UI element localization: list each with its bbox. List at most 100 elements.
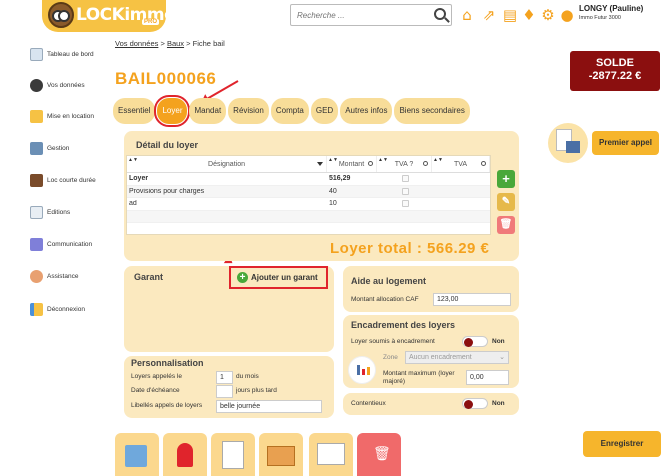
table-row[interactable]: Provisions pour charges 40 — [127, 185, 490, 198]
user-name[interactable]: LONGY (Pauline) — [579, 4, 643, 13]
encadrement-title: Encadrement des loyers — [351, 320, 456, 330]
encadrement-toggle-value: Non — [492, 338, 505, 345]
sidebar-item-communication[interactable]: Communication — [30, 236, 92, 252]
sidebar-item-tableau-de-bord[interactable]: Tableau de bord — [30, 46, 94, 62]
table-row[interactable]: Loyer 516,29 — [127, 173, 490, 186]
column-tva-flag[interactable]: ▲▼ TVA ? — [377, 156, 432, 172]
message-icon — [317, 443, 345, 465]
external-link-icon[interactable]: ⇗ — [481, 7, 497, 23]
montant-maximum-input[interactable]: 0,00 — [466, 370, 509, 385]
user-icon[interactable]: ● — [559, 7, 575, 23]
tab-biens-secondaires[interactable]: Biens secondaires — [394, 98, 470, 124]
envelope-icon — [267, 446, 295, 466]
tile-statistics[interactable] — [115, 433, 159, 476]
add-garant-label: Ajouter un garant — [251, 273, 318, 282]
libelles-label: Libellés appels de loyers — [131, 402, 203, 409]
libelles-input[interactable]: belle journée — [216, 400, 322, 413]
filter-search-icon[interactable] — [423, 161, 428, 166]
zone-select[interactable]: Aucun encadrement ⌄ — [405, 351, 509, 364]
user-agency: Immo Futur 3000 — [579, 15, 621, 21]
contentieux-label: Contentieux — [351, 400, 386, 407]
sidebar-item-loc-courte-duree[interactable]: Loc courte durée — [30, 172, 96, 188]
tva-checkbox[interactable] — [402, 200, 409, 208]
tab-loyer[interactable]: Loyer — [154, 95, 191, 127]
logo-text: LOCKimmo.io — [76, 5, 198, 25]
cell-designation: Loyer — [129, 175, 149, 183]
breadcrumb-baux[interactable]: Baux — [167, 39, 184, 48]
page-title: BAIL000066 — [115, 69, 217, 88]
add-garant-button[interactable]: + Ajouter un garant — [229, 266, 328, 289]
cell-designation: ad — [129, 200, 137, 208]
encadrement-toggle[interactable] — [462, 336, 488, 347]
contentieux-toggle[interactable] — [462, 398, 488, 409]
sort-icon[interactable]: ▲▼ — [378, 157, 388, 163]
sort-icon[interactable]: ▲▼ — [128, 157, 138, 163]
zone-label: Zone — [383, 354, 398, 361]
sidebar-item-deconnexion[interactable]: Déconnexion — [30, 301, 85, 317]
filter-search-icon[interactable] — [481, 161, 486, 166]
gear-icon[interactable]: ⚙ — [540, 7, 556, 23]
pro-badge: PRO — [142, 19, 160, 25]
tab-bar: Essentiel Loyer Mandat Révision Compta G… — [113, 95, 470, 127]
key-icon — [30, 109, 43, 123]
filter-search-icon[interactable] — [368, 161, 373, 166]
sort-icon[interactable]: ▲▼ — [328, 157, 338, 163]
house-document-icon — [548, 123, 588, 163]
tva-checkbox[interactable] — [402, 187, 409, 195]
loyer-soumis-label: Loyer soumis à encadrement — [351, 338, 435, 345]
tile-document[interactable] — [211, 433, 255, 476]
sort-icon[interactable]: ▲▼ — [433, 157, 443, 163]
breadcrumb-separator: > — [186, 39, 191, 48]
save-button[interactable]: Enregistrer — [583, 431, 661, 457]
edit-row-button[interactable]: ✎ — [497, 193, 515, 211]
tva-checkbox[interactable] — [402, 175, 409, 183]
solde-label: SOLDE — [596, 57, 634, 69]
tab-mandat[interactable]: Mandat — [189, 98, 227, 124]
premier-appel-button[interactable]: Premier appel — [592, 131, 659, 155]
document-icon[interactable]: ▤ — [502, 7, 518, 23]
solde-value: -2877.22 € — [588, 70, 642, 82]
breadcrumb-separator: > — [160, 39, 165, 48]
column-designation[interactable]: ▲▼ Désignation — [127, 156, 327, 172]
breadcrumb-vos-donnees[interactable]: Vos données — [115, 39, 158, 48]
date-echeance-label: Date d'échéance — [131, 387, 180, 394]
cell-montant: 10 — [329, 200, 337, 208]
home-icon[interactable]: ⌂ — [459, 7, 475, 23]
tab-compta[interactable]: Compta — [270, 98, 309, 124]
du-mois-label: du mois — [236, 373, 259, 380]
allocation-caf-label: Montant allocation CAF — [351, 296, 419, 303]
bell-icon[interactable]: ♦ — [521, 7, 537, 23]
table-row[interactable]: ad 10 — [127, 198, 490, 211]
column-montant[interactable]: ▲▼ Montant — [327, 156, 377, 172]
dropdown-icon[interactable] — [317, 162, 323, 166]
add-row-button[interactable]: + — [497, 170, 515, 188]
assistance-icon — [30, 269, 43, 283]
sidebar-item-editions[interactable]: Editions — [30, 204, 70, 220]
suitcase-icon — [30, 173, 43, 187]
sidebar-item-assistance[interactable]: Assistance — [30, 268, 78, 284]
tile-message[interactable] — [309, 433, 353, 476]
column-tva[interactable]: ▲▼ TVA — [432, 156, 490, 172]
owl-logo-icon — [48, 2, 74, 28]
sidebar-item-gestion[interactable]: Gestion — [30, 140, 69, 156]
trash-icon: 🗑 — [373, 446, 391, 462]
delete-row-button[interactable]: 🗑 — [497, 216, 515, 234]
loyers-appeles-input[interactable]: 1 — [216, 371, 233, 384]
zone-select-value: Aucun encadrement — [409, 354, 472, 361]
search-input[interactable] — [297, 5, 427, 25]
tile-rocket[interactable] — [163, 433, 207, 476]
loyers-appeles-label: Loyers appelés le — [131, 373, 182, 380]
tab-ged[interactable]: GED — [310, 98, 339, 124]
sidebar-item-mise-en-location[interactable]: Mise en location — [30, 108, 94, 124]
search-icon[interactable] — [434, 8, 446, 20]
allocation-caf-input[interactable]: 123,00 — [433, 293, 511, 306]
search-box[interactable] — [290, 4, 452, 26]
loyer-table: ▲▼ Désignation ▲▼ Montant ▲▼ TVA ? ▲▼ TV… — [126, 155, 491, 235]
tile-mail[interactable] — [259, 433, 303, 476]
date-echeance-input[interactable] — [216, 385, 233, 398]
sidebar-item-vos-donnees[interactable]: Vos données — [30, 77, 85, 93]
tile-delete[interactable]: 🗑 — [357, 433, 401, 476]
tab-revision[interactable]: Révision — [228, 98, 269, 124]
tab-essentiel[interactable]: Essentiel — [113, 98, 156, 124]
tab-autres-infos[interactable]: Autres infos — [340, 98, 393, 124]
